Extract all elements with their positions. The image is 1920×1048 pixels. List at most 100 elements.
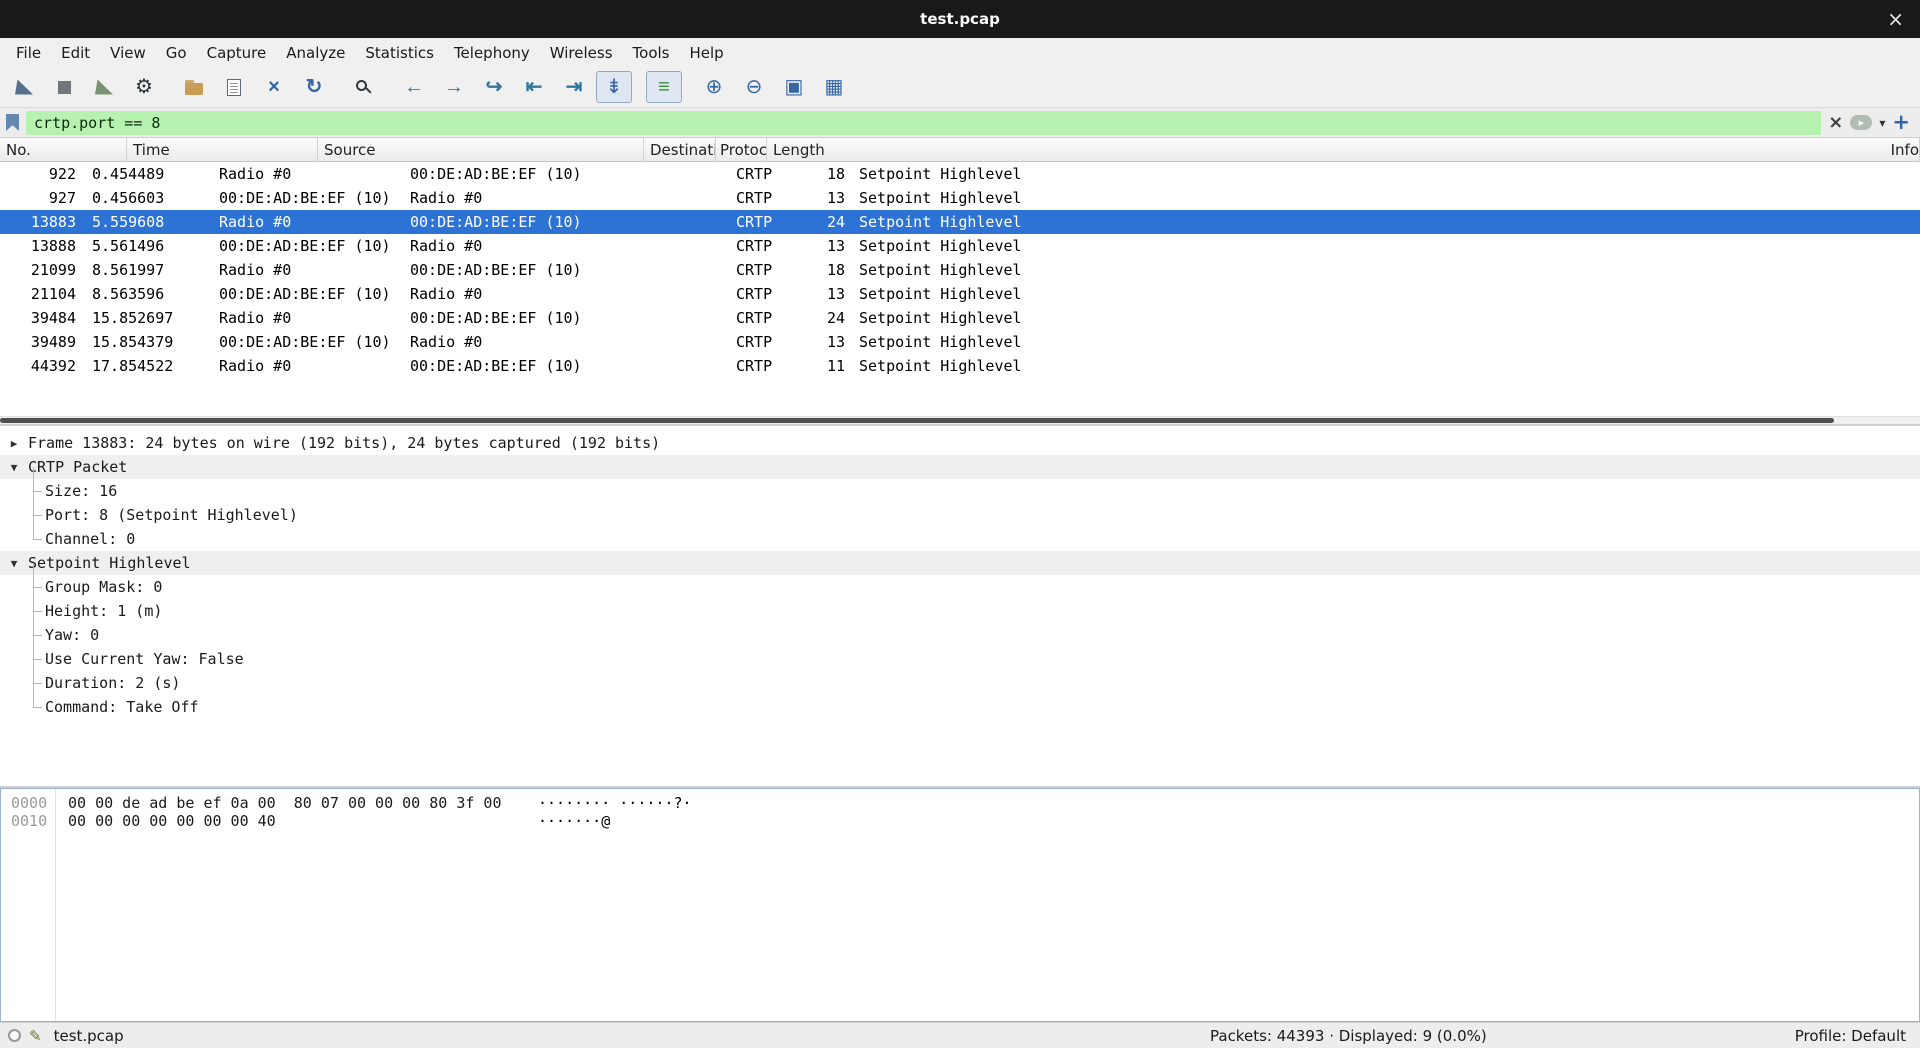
detail-row[interactable]: Channel: 0 (0, 527, 1920, 551)
packet-row[interactable]: 13883 5.559608 Radio #0 00:DE:AD:BE:EF (… (0, 210, 1920, 234)
cell-time: 15.852697 (86, 309, 213, 327)
detail-row[interactable]: Group Mask: 0 (0, 575, 1920, 599)
display-filter-input[interactable]: crtp.port == 8 (26, 111, 1821, 135)
find-packet-button[interactable] (346, 71, 382, 103)
open-file-button[interactable] (176, 71, 212, 103)
expander-icon[interactable]: ▼ (4, 557, 24, 570)
detail-row[interactable]: Duration: 2 (s) (0, 671, 1920, 695)
detail-row[interactable]: ▶ Frame 13883: 24 bytes on wire (192 bit… (0, 431, 1920, 455)
stop-capture-icon (58, 81, 71, 94)
menu-item[interactable]: Edit (51, 38, 100, 67)
column-header[interactable]: Source (318, 138, 644, 161)
capture-options-button[interactable]: ⚙ (126, 71, 162, 103)
hex-line[interactable]: 0000 00 00 de ad be ef 0a 00 80 07 00 00… (1, 794, 1919, 812)
column-header[interactable]: Destination (644, 138, 716, 161)
stop-capture-button[interactable] (46, 71, 82, 103)
detail-row[interactable]: Command: Take Off (0, 695, 1920, 719)
open-folder-icon (185, 83, 203, 95)
packet-row[interactable]: 39489 15.854379 00:DE:AD:BE:EF (10) Radi… (0, 330, 1920, 354)
column-header[interactable]: No. (0, 138, 127, 161)
menu-item[interactable]: Wireless (540, 38, 623, 67)
menu-item[interactable]: Capture (197, 38, 277, 67)
zoom-out-button[interactable]: ⊖ (736, 71, 772, 103)
packet-list-hscrollbar[interactable] (0, 416, 1920, 424)
column-header[interactable]: Length (767, 138, 1885, 161)
zoom-original-button[interactable]: ▣ (776, 71, 812, 103)
packet-details-pane: ▶ Frame 13883: 24 bytes on wire (192 bit… (0, 426, 1920, 786)
detail-text: Channel: 0 (45, 530, 135, 548)
go-forward-button[interactable]: → (436, 71, 472, 103)
restart-capture-button[interactable] (86, 71, 122, 103)
expander-icon[interactable]: ▼ (4, 461, 24, 474)
menu-item[interactable]: Go (156, 38, 197, 67)
menu-item[interactable]: View (100, 38, 156, 67)
menu-item[interactable]: Tools (623, 38, 680, 67)
expert-info-icon[interactable] (8, 1029, 21, 1042)
add-filter-button[interactable]: + (1892, 112, 1910, 133)
cell-time: 0.456603 (86, 189, 213, 207)
statusbar-profile[interactable]: Profile: Default (1795, 1027, 1906, 1045)
cell-length: 24 (802, 213, 853, 231)
cell-protocol: CRTP (730, 165, 802, 183)
start-capture-button[interactable] (6, 71, 42, 103)
packet-row[interactable]: 922 0.454489 Radio #0 00:DE:AD:BE:EF (10… (0, 162, 1920, 186)
cell-destination: Radio #0 (404, 237, 730, 255)
zoom-in-button[interactable]: ⊕ (696, 71, 732, 103)
packet-row[interactable]: 13888 5.561496 00:DE:AD:BE:EF (10) Radio… (0, 234, 1920, 258)
goto-packet-button[interactable]: ↪ (476, 71, 512, 103)
menu-item[interactable]: Telephony (444, 38, 540, 67)
cell-destination: 00:DE:AD:BE:EF (10) (404, 261, 730, 279)
menu-item[interactable]: Statistics (355, 38, 444, 67)
cell-time: 15.854379 (86, 333, 213, 351)
menu-item[interactable]: Help (679, 38, 733, 67)
cell-source: 00:DE:AD:BE:EF (10) (213, 333, 404, 351)
go-back-button[interactable]: ← (396, 71, 432, 103)
column-header[interactable]: Info (1885, 138, 1920, 161)
detail-text: Height: 1 (m) (45, 602, 162, 620)
colorize-toggle[interactable]: ≡ (646, 71, 682, 103)
detail-row[interactable]: ▼ CRTP Packet (0, 455, 1920, 479)
statusbar-packet-counts: Packets: 44393 · Displayed: 9 (0.0%) (1210, 1027, 1487, 1045)
back-arrow-icon: ← (404, 77, 424, 97)
packet-row[interactable]: 21104 8.563596 00:DE:AD:BE:EF (10) Radio… (0, 282, 1920, 306)
expander-icon[interactable]: ▶ (4, 437, 24, 450)
save-file-button[interactable] (216, 71, 252, 103)
filter-history-caret-icon[interactable]: ▾ (1879, 116, 1885, 130)
detail-text: Port: 8 (Setpoint Highlevel) (45, 506, 298, 524)
detail-row[interactable]: Use Current Yaw: False (0, 647, 1920, 671)
column-header[interactable]: Time (127, 138, 318, 161)
detail-row[interactable]: Yaw: 0 (0, 623, 1920, 647)
cell-source: Radio #0 (213, 261, 404, 279)
clear-filter-icon[interactable]: × (1828, 112, 1843, 133)
status-bar: ✎ test.pcap Packets: 44393 · Displayed: … (0, 1022, 1920, 1048)
apply-filter-button[interactable]: ▸ (1850, 115, 1872, 130)
window-close-button[interactable]: × (1887, 0, 1904, 38)
detail-row[interactable]: Port: 8 (Setpoint Highlevel) (0, 503, 1920, 527)
detail-text: Setpoint Highlevel (28, 554, 191, 572)
detail-row[interactable]: Height: 1 (m) (0, 599, 1920, 623)
packet-row[interactable]: 927 0.456603 00:DE:AD:BE:EF (10) Radio #… (0, 186, 1920, 210)
hscrollbar-thumb[interactable] (0, 418, 1834, 423)
capture-comment-icon[interactable]: ✎ (29, 1027, 42, 1045)
restart-capture-icon (95, 80, 113, 95)
hex-offset: 0010 (1, 812, 55, 830)
resize-columns-button[interactable]: ▦ (816, 71, 852, 103)
first-packet-button[interactable]: ⇤ (516, 71, 552, 103)
detail-row[interactable]: ▼ Setpoint Highlevel (0, 551, 1920, 575)
menu-item[interactable]: Analyze (276, 38, 355, 67)
menu-item[interactable]: File (6, 38, 51, 67)
detail-text: Group Mask: 0 (45, 578, 162, 596)
cell-info: Setpoint Highlevel (853, 261, 1920, 279)
column-header[interactable]: Protocol (716, 138, 767, 161)
last-packet-button[interactable]: ⇥ (556, 71, 592, 103)
detail-row[interactable]: Size: 16 (0, 479, 1920, 503)
filter-bookmark-icon[interactable] (6, 114, 19, 131)
packet-row[interactable]: 21099 8.561997 Radio #0 00:DE:AD:BE:EF (… (0, 258, 1920, 282)
packet-row[interactable]: 44392 17.854522 Radio #0 00:DE:AD:BE:EF … (0, 354, 1920, 378)
reload-file-button[interactable]: ↻ (296, 71, 332, 103)
close-file-button[interactable]: × (256, 71, 292, 103)
packet-row[interactable]: 39484 15.852697 Radio #0 00:DE:AD:BE:EF … (0, 306, 1920, 330)
auto-scroll-toggle[interactable]: ⇟ (596, 71, 632, 103)
hex-line[interactable]: 0010 00 00 00 00 00 00 00 40 ·······@ (1, 812, 1919, 830)
cell-no: 927 (0, 189, 86, 207)
